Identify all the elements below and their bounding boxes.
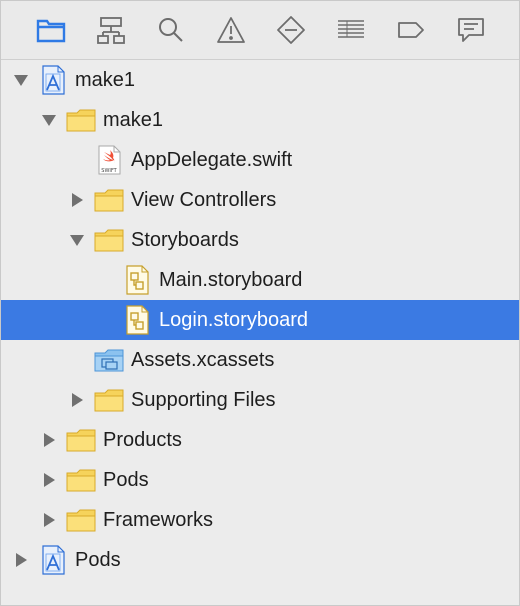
tree-row-supporting-files[interactable]: Supporting Files bbox=[1, 380, 519, 420]
tree-row-label: make1 bbox=[103, 109, 164, 131]
tree-row-label: Login.storyboard bbox=[159, 309, 308, 331]
folder-icon bbox=[65, 504, 97, 536]
folder-icon bbox=[93, 184, 125, 216]
disclosure-collapsed-icon[interactable] bbox=[41, 512, 57, 528]
folder-icon bbox=[65, 424, 97, 456]
tree-row-label: make1 bbox=[75, 69, 136, 91]
folder-icon bbox=[65, 104, 97, 136]
folder-icon bbox=[93, 384, 125, 416]
tree-row-label: Main.storyboard bbox=[159, 269, 303, 291]
tree-row-label: Supporting Files bbox=[131, 389, 276, 411]
disclosure-expanded-icon[interactable] bbox=[69, 232, 85, 248]
disclosure-collapsed-icon[interactable] bbox=[13, 552, 29, 568]
tree-row-label: View Controllers bbox=[131, 189, 277, 211]
tree-row-make1[interactable]: make1 bbox=[1, 100, 519, 140]
tree-row-storyboards[interactable]: Storyboards bbox=[1, 220, 519, 260]
tree-row-label: Products bbox=[103, 429, 182, 451]
tree-row-label: AppDelegate.swift bbox=[131, 149, 293, 171]
disclosure-expanded-icon[interactable] bbox=[13, 72, 29, 88]
storyboard-icon bbox=[121, 264, 153, 296]
disclosure-collapsed-icon[interactable] bbox=[69, 392, 85, 408]
tree-row-pods[interactable]: Pods bbox=[1, 460, 519, 500]
project-icon bbox=[37, 64, 69, 96]
search-icon[interactable] bbox=[153, 12, 189, 48]
disclosure-expanded-icon[interactable] bbox=[41, 112, 57, 128]
comment-icon[interactable] bbox=[453, 12, 489, 48]
tag-icon[interactable] bbox=[393, 12, 429, 48]
disclosure-collapsed-icon[interactable] bbox=[41, 472, 57, 488]
svg-text:SWIFT: SWIFT bbox=[101, 168, 117, 174]
folder-icon[interactable] bbox=[33, 12, 69, 48]
disclosure-collapsed-icon[interactable] bbox=[69, 192, 85, 208]
project-navigator: make1 make1 SWIFT AppDelegate.swift View Con… bbox=[0, 0, 520, 606]
navigator-toolbar bbox=[1, 1, 519, 60]
tree-row-frameworks[interactable]: Frameworks bbox=[1, 500, 519, 540]
project-icon bbox=[37, 544, 69, 576]
tree-row-view-controllers[interactable]: View Controllers bbox=[1, 180, 519, 220]
storyboard-icon bbox=[121, 304, 153, 336]
warning-icon[interactable] bbox=[213, 12, 249, 48]
tree-row-products[interactable]: Products bbox=[1, 420, 519, 460]
tree-row-pods[interactable]: Pods bbox=[1, 540, 519, 580]
assets-icon bbox=[93, 344, 125, 376]
tree-row-label: Pods bbox=[103, 469, 149, 491]
tree-row-appdelegate-swift[interactable]: SWIFT AppDelegate.swift bbox=[1, 140, 519, 180]
tree-row-main-storyboard[interactable]: Main.storyboard bbox=[1, 260, 519, 300]
hierarchy-icon[interactable] bbox=[93, 12, 129, 48]
tree-row-label: Frameworks bbox=[103, 509, 214, 531]
tree-row-label: Pods bbox=[75, 549, 121, 571]
tree-row-login-storyboard[interactable]: Login.storyboard bbox=[1, 300, 519, 340]
folder-icon bbox=[65, 464, 97, 496]
swift-icon: SWIFT bbox=[93, 144, 125, 176]
disclosure-collapsed-icon[interactable] bbox=[41, 432, 57, 448]
breakpoint-icon[interactable] bbox=[273, 12, 309, 48]
tree-row-label: Storyboards bbox=[131, 229, 239, 251]
tree-row-assets-xcassets[interactable]: Assets.xcassets bbox=[1, 340, 519, 380]
list-icon[interactable] bbox=[333, 12, 369, 48]
tree-row-make1[interactable]: make1 bbox=[1, 60, 519, 100]
tree-row-label: Assets.xcassets bbox=[131, 349, 275, 371]
folder-icon bbox=[93, 224, 125, 256]
